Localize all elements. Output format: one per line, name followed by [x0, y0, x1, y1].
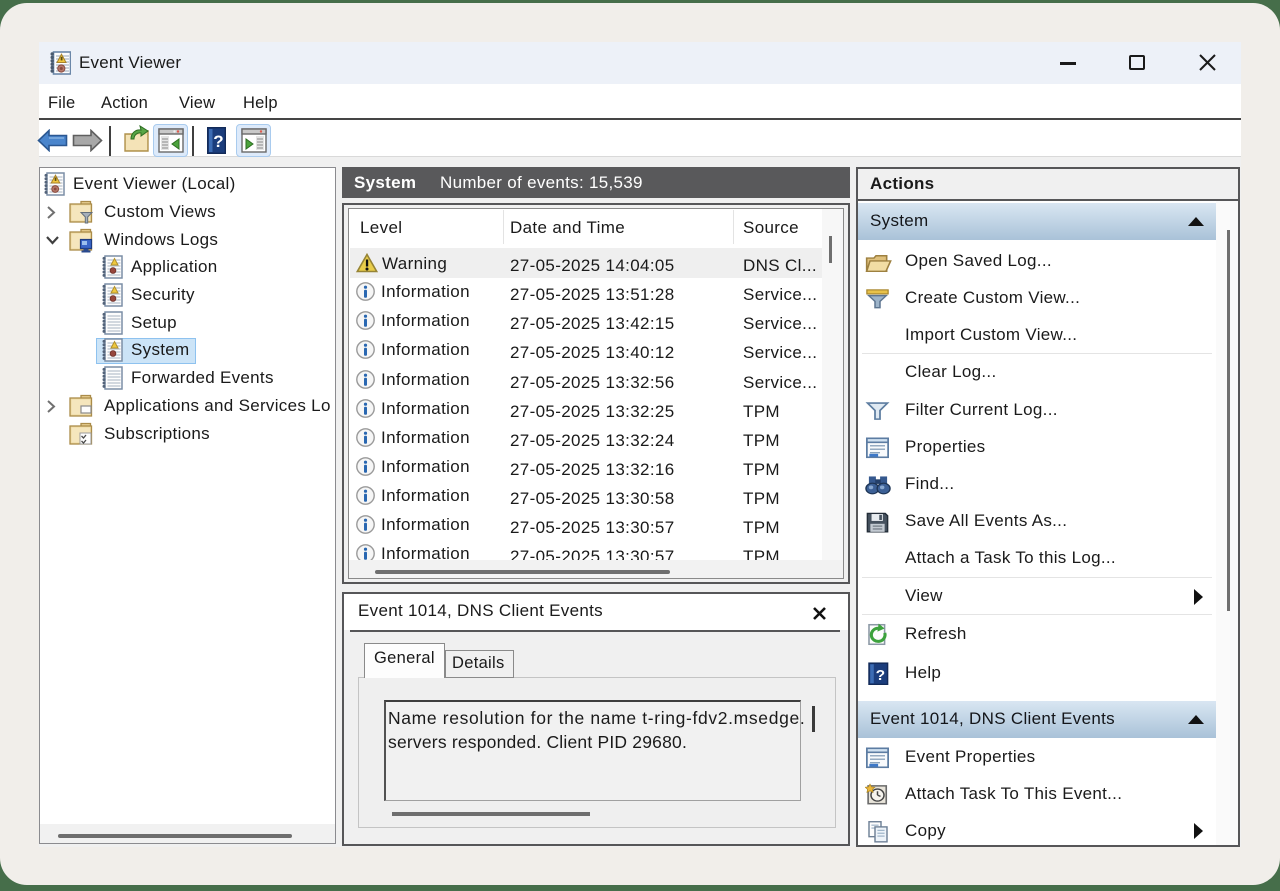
svg-text:?: ? — [213, 132, 223, 151]
